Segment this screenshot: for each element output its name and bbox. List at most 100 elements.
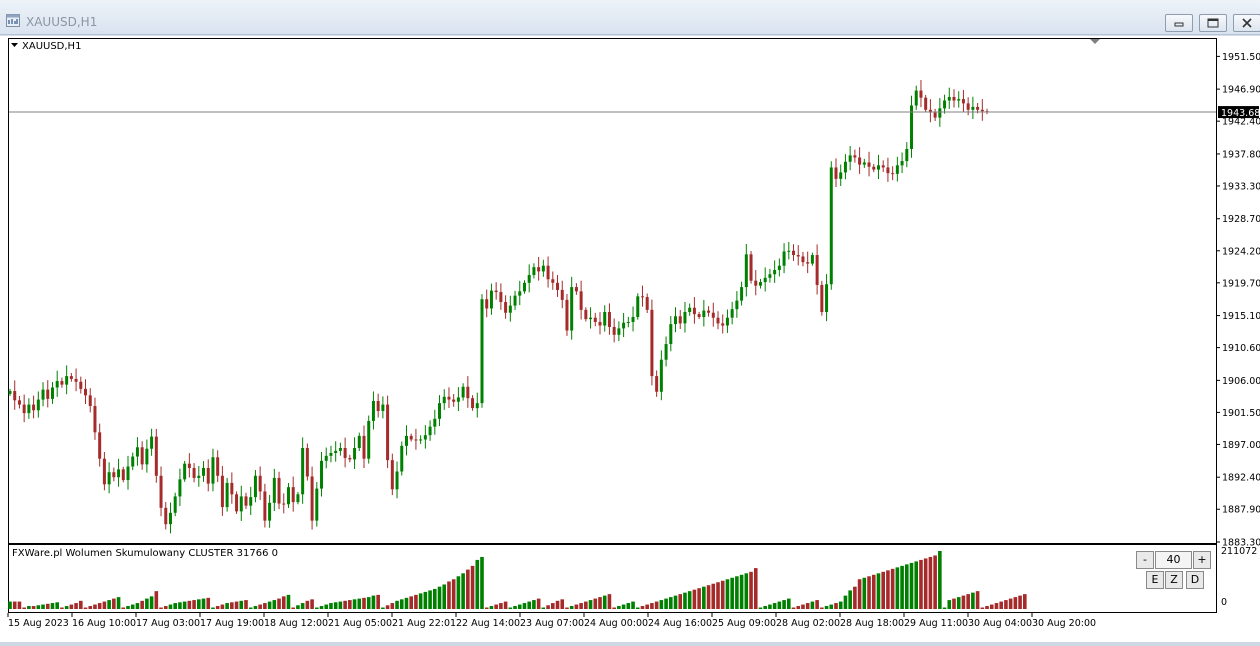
volume-bar [159,607,163,609]
mode-e-button[interactable]: E [1146,571,1164,589]
price-tick-label: 1897.00 [1222,440,1260,451]
candle [305,443,309,481]
volume-bar [499,603,503,609]
restore-icon [1207,18,1219,28]
volume-bar [31,606,36,609]
volume-bar [310,599,314,609]
volume-bar [376,594,380,609]
price-tick-label: 1901.50 [1222,408,1260,419]
volume-bar [414,594,418,609]
volume-bar [919,559,923,609]
volume-bar [267,601,272,609]
volume-bar [579,603,583,609]
indicator-scale-min: 0 [1221,597,1227,608]
time-axis: 15 Aug 2023 16 Aug 10:00 17 Aug 03:00 17 Au… [7,613,1096,629]
volume-bar [433,588,437,609]
volume-bar [244,600,248,609]
volume-bar [565,607,569,609]
volume-bar [1018,595,1022,609]
chart-window: XAUUSD,H1 1951.50 1946.90 1942.40 1937.80 19… [0,0,1260,642]
volume-bar [130,604,135,609]
volume-bar [678,594,683,609]
volume-bar [772,603,777,609]
volume-bar [480,556,484,609]
volume-bar [787,598,791,609]
volume-bar [248,607,253,609]
mode-d-button[interactable]: D [1186,571,1204,589]
volume-bar [281,596,286,609]
volume-bar [291,607,295,609]
mode-z-button[interactable]: Z [1165,571,1183,589]
volume-bar [640,606,645,609]
volume-bar [145,598,149,609]
volume-bar [466,569,470,609]
volume-bar [871,574,876,609]
volume-bar [843,595,848,609]
candle [315,482,319,527]
volume-bar [475,559,480,609]
volume-bar [739,574,744,609]
volume-bar [867,576,871,609]
volume-bar [522,603,527,609]
volume-bar [178,602,182,609]
volume-bar [588,600,593,609]
window-titlebar[interactable]: XAUUSD,H1 [0,0,1260,35]
volume-bar [140,600,144,609]
volume-bar [319,606,324,609]
candle [235,491,239,514]
time-tick-label: 17 Aug 19:00 [200,618,264,629]
volume-bar [338,601,343,609]
volume-bar [437,586,442,609]
volume-bar [60,607,64,609]
volume-bar [409,596,413,609]
time-tick-label: 21 Aug 05:00 [328,618,392,629]
volume-bar [102,601,107,609]
volume-bar [333,602,338,609]
volume-bar [8,601,12,609]
volume-bar [768,604,772,609]
period-input[interactable]: 40 [1155,551,1192,569]
candle [650,299,654,386]
candle [636,293,640,320]
volume-bar [277,598,281,609]
volume-bar [121,607,126,609]
volume-bar [263,603,267,609]
volume-bar [343,600,347,609]
time-tick-label: 18 Aug 12:00 [264,618,328,629]
minimize-button[interactable] [1165,14,1193,32]
period-increase-button[interactable]: + [1193,551,1211,569]
candle [480,294,484,408]
symbol-label: XAUUSD,H1 [22,41,81,52]
volume-bar [593,598,598,609]
volume-bar [569,606,574,609]
volume-bar [555,600,560,609]
volume-bar [820,607,824,609]
candle [225,477,229,512]
volume-bar [853,586,857,609]
volume-bar [758,607,763,609]
price-tick-label: 1887.90 [1222,505,1260,516]
close-button[interactable] [1233,14,1260,32]
volume-bar [461,573,465,609]
maximize-button[interactable] [1199,14,1227,32]
volume-bar [211,607,215,609]
volume-bar [489,606,494,609]
volume-bar [923,558,928,609]
chart-area[interactable]: 1951.50 1946.90 1942.40 1937.80 1933.30 1928.… [0,36,1260,642]
volume-bar [451,579,456,609]
price-tick-label: 1892.40 [1222,473,1260,484]
price-tick-label: 1946.90 [1222,85,1260,96]
volume-bar [239,600,244,609]
price-tick-label: 1928.70 [1222,214,1260,225]
svg-text:1943.68: 1943.68 [1221,108,1260,119]
volume-bar [905,564,909,609]
period-decrease-button[interactable]: - [1136,551,1154,569]
volume-bar [50,603,55,609]
chart-canvas[interactable]: 1951.501946.901942.401937.801933.301928.… [0,36,1260,642]
volume-bar [857,579,862,609]
volume-bar [206,597,211,609]
volume-bar [966,594,970,609]
volume-bar [324,604,329,609]
price-tick-label: 1951.50 [1222,52,1260,63]
time-tick-label: 15 Aug 2023 [8,618,69,629]
